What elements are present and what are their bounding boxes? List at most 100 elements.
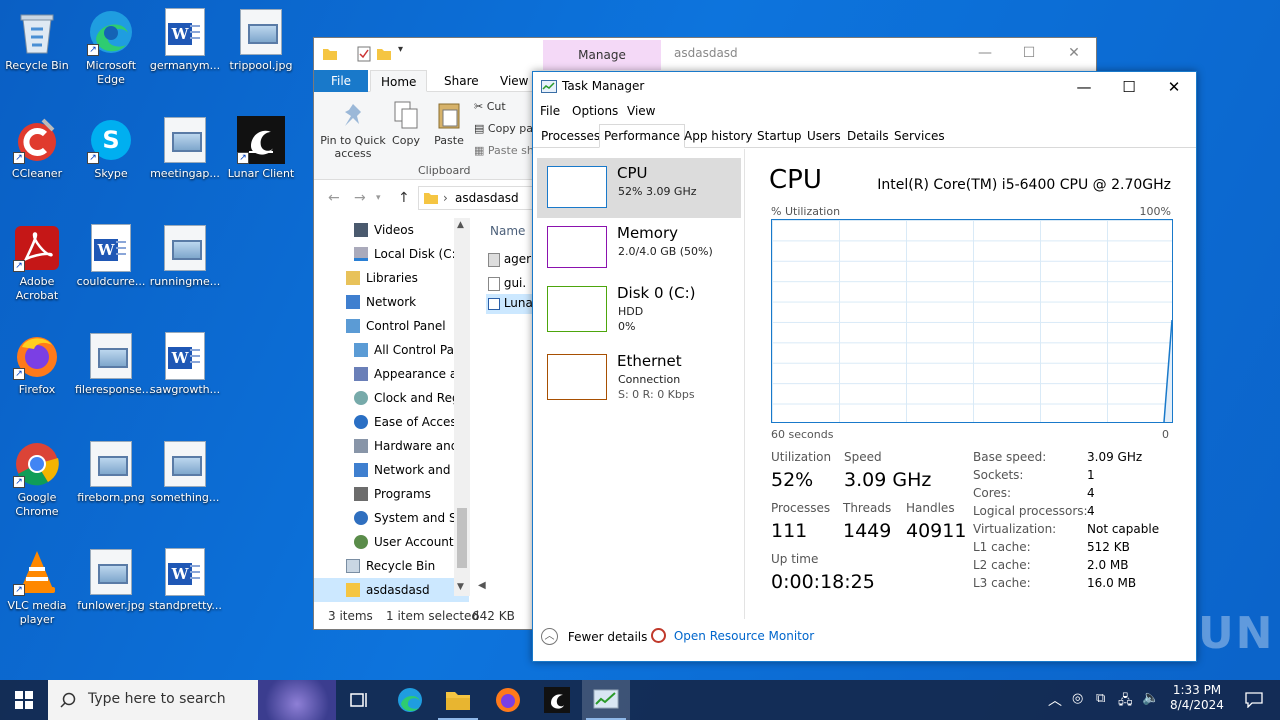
clock[interactable]: 1:33 PM 8/4/2024 bbox=[1164, 680, 1230, 720]
start-button[interactable] bbox=[0, 680, 48, 720]
desktop-icon-something[interactable]: something... bbox=[148, 440, 222, 505]
tree-item-control-panel[interactable]: Control Panel bbox=[314, 314, 469, 338]
tab-services[interactable]: Services bbox=[890, 126, 949, 148]
back-arrow-icon[interactable]: ← bbox=[328, 190, 340, 206]
fewer-details-button[interactable]: ︿ Fewer details bbox=[541, 628, 647, 645]
scroll-down-icon[interactable]: ▼ bbox=[457, 582, 464, 592]
sidebar-item-ethernet[interactable]: Ethernet Connection S: 0 R: 0 Kbps bbox=[537, 346, 741, 406]
desktop-icon-fireborn[interactable]: fireborn.png bbox=[74, 440, 148, 505]
desktop-icon-vlc[interactable]: ↗ VLC media player bbox=[0, 548, 74, 627]
tab-app-history[interactable]: App history bbox=[680, 126, 757, 148]
desktop-icon-microsoft-edge[interactable]: ↗ Microsoft Edge bbox=[74, 8, 148, 87]
desktop-icon-ccleaner[interactable]: ↗ CCleaner bbox=[0, 116, 74, 181]
open-resource-monitor-link[interactable]: Open Resource Monitor bbox=[651, 628, 814, 643]
tree-item-clock[interactable]: Clock and Regi bbox=[314, 386, 469, 410]
copy-button[interactable]: Copy bbox=[390, 100, 422, 147]
desktop-icon-fileresponse[interactable]: fileresponse... bbox=[74, 332, 152, 397]
taskbar-edge[interactable] bbox=[386, 680, 434, 720]
column-header-name[interactable]: Name bbox=[490, 224, 525, 238]
taskbar-search-box[interactable]: Type here to search bbox=[48, 680, 336, 720]
forward-arrow-icon[interactable]: → bbox=[354, 190, 366, 206]
tab-processes[interactable]: Processes bbox=[537, 126, 604, 148]
ribbon-tab-file[interactable]: File bbox=[314, 70, 368, 92]
cut-button[interactable]: ✂ Cut bbox=[474, 100, 506, 113]
up-arrow-icon[interactable]: ↑ bbox=[398, 190, 410, 206]
tab-details[interactable]: Details bbox=[843, 126, 893, 148]
tree-item-recycle-bin[interactable]: Recycle Bin bbox=[314, 554, 469, 578]
file-item[interactable]: ager bbox=[488, 252, 531, 267]
recent-chevron-icon[interactable]: ▾ bbox=[376, 193, 381, 203]
tree-item-programs[interactable]: Programs bbox=[314, 482, 469, 506]
close-button[interactable]: ✕ bbox=[1151, 72, 1197, 102]
menu-file[interactable]: File bbox=[540, 104, 560, 118]
desktop-icon-meetingap[interactable]: meetingap... bbox=[148, 116, 222, 181]
desktop-icon-google-chrome[interactable]: ↗ Google Chrome bbox=[0, 440, 74, 519]
customize-toolbar-chevron-icon[interactable]: ▾ bbox=[398, 44, 403, 55]
desktop-icon-recycle-bin[interactable]: Recycle Bin bbox=[0, 8, 74, 73]
scroll-left-icon[interactable]: ◀ bbox=[478, 580, 486, 591]
tree-item-hardware[interactable]: Hardware and bbox=[314, 434, 469, 458]
ethernet-icon[interactable]: 🖧 bbox=[1118, 691, 1133, 713]
close-button[interactable]: ✕ bbox=[1051, 38, 1097, 68]
desktop-icon-standpretty[interactable]: W standpretty... bbox=[148, 548, 222, 613]
tree-item-local-disk[interactable]: Local Disk (C:) bbox=[314, 242, 469, 266]
desktop-icon-adobe-acrobat[interactable]: ↗ Adobe Acrobat bbox=[0, 224, 74, 303]
tab-users[interactable]: Users bbox=[803, 126, 845, 148]
tree-item-asdasdasd[interactable]: asdasdasd bbox=[314, 578, 469, 602]
minimize-button[interactable]: — bbox=[1061, 72, 1107, 102]
desktop-icon-trippool[interactable]: trippool.jpg bbox=[224, 8, 298, 73]
notification-button[interactable] bbox=[1234, 680, 1274, 720]
desktop-icon-skype[interactable]: S ↗ Skype bbox=[74, 116, 148, 181]
tree-item-network[interactable]: Network bbox=[314, 290, 469, 314]
tree-item-videos[interactable]: Videos bbox=[314, 218, 469, 242]
navigation-scrollbar[interactable]: ▲ ▼ bbox=[454, 218, 470, 596]
taskbar-task-manager[interactable] bbox=[582, 680, 630, 720]
pin-to-quick-access-button[interactable]: Pin to Quick access bbox=[320, 100, 386, 160]
tree-item-user-accounts[interactable]: User Accounts bbox=[314, 530, 469, 554]
sidebar-item-disk[interactable]: Disk 0 (C:) HDD 0% bbox=[537, 278, 741, 344]
menu-view[interactable]: View bbox=[627, 104, 655, 118]
tab-performance[interactable]: Performance bbox=[599, 124, 686, 148]
volume-icon[interactable]: 🔈 bbox=[1142, 690, 1159, 706]
scrollbar-thumb[interactable] bbox=[457, 508, 467, 568]
properties-icon[interactable] bbox=[356, 46, 372, 62]
scroll-up-icon[interactable]: ▲ bbox=[457, 220, 464, 230]
maximize-button[interactable]: ☐ bbox=[1006, 38, 1052, 68]
maximize-button[interactable]: ☐ bbox=[1106, 72, 1152, 102]
menu-options[interactable]: Options bbox=[572, 104, 618, 118]
chevron-up-icon[interactable]: ︿ bbox=[1048, 690, 1062, 710]
tree-item-network-internet[interactable]: Network and Ir bbox=[314, 458, 469, 482]
desktop-icon-sawgrowth[interactable]: W sawgrowth... bbox=[148, 332, 222, 397]
tab-startup[interactable]: Startup bbox=[753, 126, 806, 148]
paste-shortcut-button[interactable]: ▦ Paste sh bbox=[474, 144, 534, 157]
file-item-selected[interactable]: Luna bbox=[486, 294, 534, 314]
ribbon-tab-share[interactable]: Share bbox=[434, 70, 489, 92]
tree-item-all-control-panel[interactable]: All Control Par bbox=[314, 338, 469, 362]
tree-item-ease-of-access[interactable]: Ease of Access bbox=[314, 410, 469, 434]
ribbon-tab-home[interactable]: Home bbox=[370, 70, 428, 92]
minimize-button[interactable]: — bbox=[962, 38, 1008, 68]
desktop-icon-funlower[interactable]: funlower.jpg bbox=[74, 548, 148, 613]
tree-item-libraries[interactable]: Libraries bbox=[314, 266, 469, 290]
tree-item-system-security[interactable]: System and Se bbox=[314, 506, 469, 530]
network-status-icon[interactable]: ◎ bbox=[1072, 691, 1083, 706]
sidebar-item-memory[interactable]: Memory 2.0/4.0 GB (50%) bbox=[537, 218, 741, 278]
manage-contextual-tab[interactable]: Manage bbox=[543, 40, 661, 70]
paste-button[interactable]: Paste bbox=[432, 100, 466, 147]
desktop-icon-runningme[interactable]: runningme... bbox=[148, 224, 222, 289]
copy-path-button[interactable]: ▤ Copy pa bbox=[474, 122, 533, 135]
address-box[interactable]: › asdasdasd bbox=[418, 186, 538, 210]
desktop-icon-couldcurre[interactable]: W couldcurre... bbox=[74, 224, 148, 289]
file-item[interactable]: gui. bbox=[488, 276, 526, 291]
desktop-icon-firefox[interactable]: ↗ Firefox bbox=[0, 332, 74, 397]
device-icon[interactable]: ⧉ bbox=[1096, 691, 1105, 706]
tree-item-appearance[interactable]: Appearance an bbox=[314, 362, 469, 386]
taskbar-file-explorer[interactable] bbox=[434, 680, 482, 720]
task-view-button[interactable] bbox=[336, 680, 384, 720]
taskbar-lunar-client[interactable] bbox=[533, 680, 581, 720]
desktop-icon-lunar-client[interactable]: ↗ Lunar Client bbox=[224, 116, 298, 181]
taskbar-firefox[interactable] bbox=[484, 680, 532, 720]
desktop-icon-germanym[interactable]: W germanym... bbox=[148, 8, 222, 73]
new-folder-icon[interactable] bbox=[376, 46, 392, 62]
sidebar-item-cpu[interactable]: CPU 52% 3.09 GHz bbox=[537, 158, 741, 218]
